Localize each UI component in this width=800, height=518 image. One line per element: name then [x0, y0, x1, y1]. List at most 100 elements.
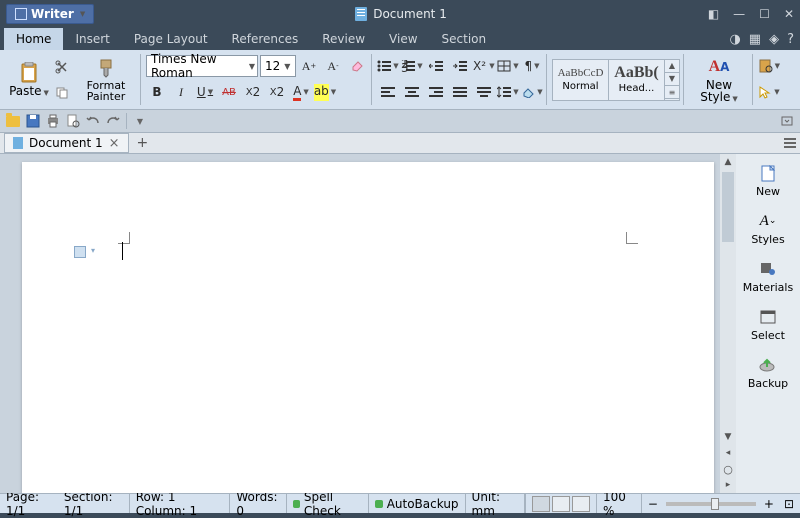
tab-home[interactable]: Home	[4, 28, 63, 50]
style-scroll-up[interactable]: ▲	[665, 60, 679, 73]
align-justify-button[interactable]	[449, 81, 471, 103]
status-rowcol[interactable]: Row: 1 Column: 1	[130, 494, 231, 513]
vertical-scrollbar[interactable]: ▲ ▼ ◂ ○ ▸	[720, 154, 736, 493]
next-page-button[interactable]: ▸	[720, 477, 736, 493]
format-painter-button[interactable]: Format Painter	[75, 54, 137, 106]
side-new[interactable]: New	[736, 160, 800, 202]
copy-button[interactable]	[51, 82, 73, 104]
tab-insert[interactable]: Insert	[63, 28, 121, 50]
style-normal[interactable]: AaBbCcD Normal	[553, 60, 609, 100]
maximize-button[interactable]: ☐	[759, 7, 770, 21]
scroll-thumb[interactable]	[722, 172, 734, 242]
tab-review[interactable]: Review	[310, 28, 377, 50]
side-styles[interactable]: A⌄ Styles	[736, 208, 800, 250]
cloud-button[interactable]: ▦	[749, 32, 761, 47]
show-hide-button[interactable]: ¶▼	[521, 55, 543, 77]
clear-format-button[interactable]	[346, 55, 368, 77]
status-words[interactable]: Words: 0	[230, 494, 287, 513]
new-tab-button[interactable]: +	[137, 135, 149, 151]
style-scroll-down[interactable]: ▼	[665, 73, 679, 86]
close-tab-button[interactable]: ×	[109, 136, 120, 151]
grow-font-button[interactable]: A+	[298, 55, 320, 77]
best-fit-button[interactable]: ⊡	[784, 497, 794, 511]
side-select[interactable]: Select	[736, 304, 800, 346]
zoom-out-button[interactable]: −	[648, 497, 658, 511]
view-web-button[interactable]	[572, 496, 590, 512]
options-button[interactable]: ◈	[769, 32, 779, 47]
align-left-button[interactable]	[377, 81, 399, 103]
paste-button[interactable]: Paste▼	[9, 54, 49, 106]
brush-icon	[96, 58, 116, 78]
tab-list-button[interactable]	[784, 137, 796, 149]
font-color-button[interactable]: A▼	[290, 81, 312, 103]
tab-view[interactable]: View	[377, 28, 429, 50]
shading-button[interactable]: ▼	[521, 81, 543, 103]
undo-button[interactable]	[84, 112, 102, 130]
qat-customize[interactable]: ▼	[131, 112, 149, 130]
font-family-select[interactable]: Times New Roman ▼	[146, 55, 258, 77]
side-backup[interactable]: Backup	[736, 352, 800, 394]
tab-references[interactable]: References	[220, 28, 311, 50]
page[interactable]	[22, 162, 714, 493]
number-list-button[interactable]: 123▼	[401, 55, 423, 77]
underline-button[interactable]: U▼	[194, 81, 216, 103]
border-button[interactable]: ▼	[497, 55, 519, 77]
style-heading[interactable]: AaBb( Head...	[609, 60, 665, 100]
zoom-knob[interactable]	[711, 498, 719, 510]
help-button[interactable]: ?	[787, 32, 794, 47]
bold-button[interactable]: B	[146, 81, 168, 103]
save-button[interactable]	[24, 112, 42, 130]
increase-indent-button[interactable]	[449, 55, 471, 77]
subscript-button[interactable]: X2	[266, 81, 288, 103]
style-expand[interactable]: ≡	[665, 86, 679, 99]
find-replace-button[interactable]: ▼	[758, 55, 780, 77]
skin-button[interactable]: ◑	[729, 32, 740, 47]
view-outline-button[interactable]	[552, 496, 570, 512]
zoom-slider[interactable]	[666, 502, 756, 506]
shrink-font-button[interactable]: A-	[322, 55, 344, 77]
scroll-down-button[interactable]: ▼	[720, 429, 736, 445]
bullet-list-button[interactable]: ▼	[377, 55, 399, 77]
strikethrough-button[interactable]: AB	[218, 81, 240, 103]
tab-indicator[interactable]	[74, 246, 86, 258]
decrease-indent-button[interactable]	[425, 55, 447, 77]
status-autobackup[interactable]: AutoBackup	[369, 494, 466, 513]
highlight-button[interactable]: ab▼	[314, 81, 336, 103]
new-style-button[interactable]: AA New Style▼	[689, 54, 749, 106]
font-size-select[interactable]: 12 ▼	[260, 55, 296, 77]
style-gallery[interactable]: AaBbCcD Normal AaBb( Head... ▲ ▼ ≡	[552, 59, 680, 101]
italic-button[interactable]: I	[170, 81, 192, 103]
print-button[interactable]	[44, 112, 62, 130]
zoom-in-button[interactable]: +	[764, 497, 774, 511]
app-menu-button[interactable]: Writer ▼	[6, 4, 94, 24]
collapse-ribbon-button[interactable]	[778, 112, 796, 130]
float-window-button[interactable]: ◧	[708, 7, 719, 21]
open-button[interactable]	[4, 112, 22, 130]
scroll-up-button[interactable]: ▲	[720, 154, 736, 170]
superscript-button[interactable]: X2	[242, 81, 264, 103]
close-window-button[interactable]: ✕	[784, 7, 794, 21]
redo-button[interactable]	[104, 112, 122, 130]
para-layout-button[interactable]: X²▼	[473, 55, 495, 77]
side-materials[interactable]: Materials	[736, 256, 800, 298]
align-right-button[interactable]	[425, 81, 447, 103]
document-tab[interactable]: Document 1 ×	[4, 133, 129, 153]
status-unit[interactable]: Unit: mm	[466, 494, 525, 513]
tab-page-layout[interactable]: Page Layout	[122, 28, 220, 50]
zoom-level[interactable]: 100 %	[597, 494, 642, 513]
tab-section[interactable]: Section	[430, 28, 499, 50]
select-button[interactable]: ▼	[758, 81, 780, 103]
line-spacing-button[interactable]: ▼	[497, 81, 519, 103]
browse-object-button[interactable]: ○	[720, 461, 736, 477]
svg-text:X²: X²	[473, 60, 486, 72]
prev-page-button[interactable]: ◂	[720, 445, 736, 461]
print-preview-button[interactable]	[64, 112, 82, 130]
minimize-button[interactable]: —	[733, 7, 745, 21]
status-page[interactable]: Page: 1/1 Section: 1/1	[0, 494, 130, 513]
status-spellcheck[interactable]: Spell Check	[287, 494, 368, 513]
document-canvas[interactable]	[0, 154, 720, 493]
align-center-button[interactable]	[401, 81, 423, 103]
cut-button[interactable]	[51, 56, 73, 78]
view-page-button[interactable]	[532, 496, 550, 512]
align-distribute-button[interactable]	[473, 81, 495, 103]
